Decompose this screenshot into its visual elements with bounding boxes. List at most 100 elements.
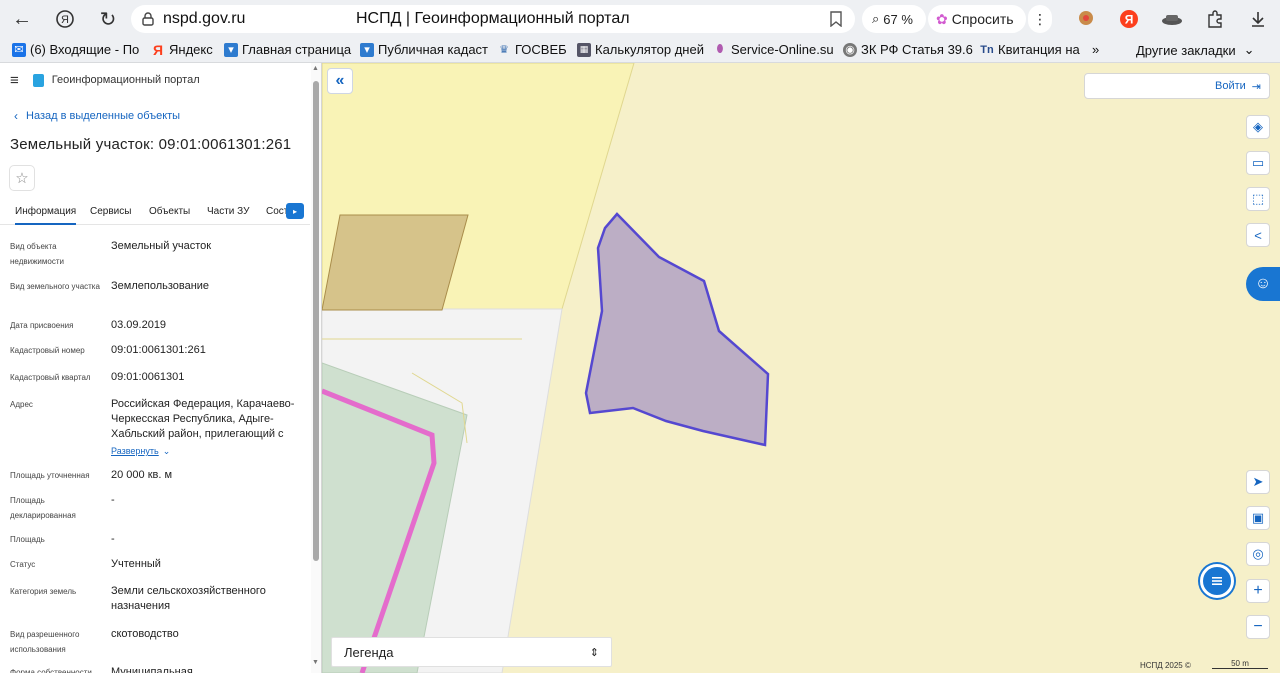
bookmark-calculator[interactable]: ▦ Калькулятор дней <box>577 42 704 57</box>
legend-selector[interactable]: Легенда ⇕ <box>331 637 612 667</box>
minimap-icon[interactable]: ▣ <box>1246 506 1270 530</box>
bookmark-label: Главная страница <box>242 42 352 57</box>
expand-label: Развернуть <box>111 446 159 456</box>
row-key: Категория земель <box>10 587 77 596</box>
object-title: Земельный участок: 09:01:0061301:261 <box>10 136 292 153</box>
bookmarks-overflow[interactable]: » <box>1092 42 1099 57</box>
overflow-label: » <box>1092 42 1100 57</box>
bookmark-inbox[interactable]: ✉ (6) Входящие - По <box>12 42 139 57</box>
brown-parcel <box>322 214 469 311</box>
row-value: Земли сельскохозяйственного назначения <box>111 585 266 612</box>
zoom-out-icon[interactable]: − <box>1246 615 1270 639</box>
login-arrow-icon: ⇥ <box>1251 80 1261 93</box>
tab-objects[interactable]: Объекты <box>149 206 190 217</box>
row-value: - <box>111 494 115 506</box>
row-value: Российская Федерация, Карачаево-Черкесск… <box>111 398 295 440</box>
row-key: Кадастровый квартал <box>10 373 91 382</box>
tab-parts[interactable]: Части ЗУ <box>207 206 249 217</box>
reload-icon[interactable]: ↻ <box>92 3 124 35</box>
download-icon[interactable] <box>1247 8 1269 30</box>
map-icon: ▾ <box>360 42 374 57</box>
bookmark-zk-rf[interactable]: ◉ ЗК РФ Статья 39.6 <box>843 42 973 57</box>
collapse-panel-button[interactable]: « <box>327 68 353 94</box>
row-value: 03.09.2019 <box>111 319 167 331</box>
geolocation-pin-icon[interactable]: ◎ <box>1246 542 1270 566</box>
back-to-selected-link[interactable]: ‹ Назад в выделенные объекты <box>14 109 180 123</box>
bookmark-label: (6) Входящие - По <box>30 42 140 57</box>
map-view[interactable]: « Войти ⇥ ◈ ▭ ⬚ < ☺ ➤ ▣ ◎ + − Легенда ⇕ … <box>322 63 1280 673</box>
extensions-puzzle-icon[interactable] <box>1204 8 1226 30</box>
bookmark-main-page[interactable]: ▾ Главная страница <box>224 42 351 57</box>
bookmark-receipt[interactable]: Tn Квитанция на <box>980 42 1080 57</box>
row-key: Кадастровый номер <box>10 346 85 355</box>
layers-icon[interactable]: ◈ <box>1246 115 1270 139</box>
scroll-thumb[interactable] <box>313 81 319 561</box>
object-info-panel: ≡ Геоинформационный портал ‹ Назад в выд… <box>0 63 322 673</box>
map-attribution: НСПД 2025 © <box>1140 661 1191 670</box>
svg-text:Я: Я <box>61 14 69 26</box>
bookmark-gosveb[interactable]: ♛ ГОСВЕБ <box>497 42 567 57</box>
browser-toolbar: ← Я ↻ nspd.gov.ru НСПД | Геоинформационн… <box>0 0 1280 38</box>
ruler-icon[interactable]: ▭ <box>1246 151 1270 175</box>
yandex-browser-icon[interactable]: Я <box>49 3 81 35</box>
bookmark-service-online[interactable]: ⬮ Service-Online.su <box>713 42 834 57</box>
bookmark-icon[interactable] <box>829 11 843 32</box>
row-key: Дата присвоения <box>10 321 74 330</box>
scale-bar: 50 m <box>1212 659 1268 669</box>
tab-services[interactable]: Сервисы <box>90 206 131 217</box>
scroll-down-icon[interactable]: ▼ <box>312 659 319 666</box>
zoom-in-icon[interactable]: + <box>1246 579 1270 603</box>
login-button[interactable]: Войти ⇥ <box>1084 73 1270 99</box>
bookmark-label: Калькулятор дней <box>595 42 704 57</box>
bookmarks-bar: ✉ (6) Входящие - По Я Яндекс ▾ Главная стра… <box>0 38 1280 63</box>
row-key: Статус <box>10 560 36 569</box>
url-text: nspd.gov.ru <box>163 10 246 27</box>
selected-parcel <box>584 212 770 447</box>
other-bookmarks[interactable]: Другие закладки ⌄ <box>1136 42 1255 58</box>
address-bar[interactable]: nspd.gov.ru НСПД | Геоинформационный пор… <box>131 5 855 33</box>
mail-icon: ✉ <box>12 42 26 57</box>
favorite-star-icon[interactable]: ☆ <box>9 165 35 191</box>
yandex-letter-icon: Я <box>152 41 164 58</box>
bookmark-label: Квитанция на <box>998 42 1080 57</box>
zoom-indicator[interactable]: ⌕ 67 % <box>862 5 926 33</box>
bookmark-public-cadastre[interactable]: ▾ Публичная кадаст <box>360 42 488 57</box>
info-tabs: Информация Сервисы Объекты Части ЗУ Сост… <box>0 197 310 225</box>
app-name: Геоинформационный портал <box>51 74 200 86</box>
row-value: Земельный участок <box>111 240 212 252</box>
row-value: скотоводство <box>111 628 179 640</box>
scroll-up-icon[interactable]: ▲ <box>312 65 319 72</box>
chevron-left-icon: ‹ <box>14 109 18 123</box>
bookmark-yandex[interactable]: Я Яндекс <box>151 41 213 58</box>
bookmark-label: Публичная кадаст <box>378 42 489 57</box>
ask-button[interactable]: ✿ Спросить <box>928 5 1026 33</box>
ask-label: Спросить <box>951 11 1014 27</box>
calculator-icon: ▦ <box>577 42 591 57</box>
row-key: Вид объекта недвижимости <box>10 242 64 266</box>
share-icon[interactable]: < <box>1246 223 1270 247</box>
yandex-icon[interactable]: Я <box>1118 8 1140 30</box>
area-select-icon[interactable]: ⬚ <box>1246 187 1270 211</box>
chat-button[interactable] <box>1190 561 1244 601</box>
bookmark-label: Service-Online.su <box>731 42 834 57</box>
locate-me-icon[interactable]: ➤ <box>1246 470 1270 494</box>
portal-logo-icon <box>32 73 44 87</box>
extension-icon[interactable] <box>1075 8 1097 30</box>
hat-icon[interactable] <box>1161 8 1183 30</box>
legend-label: Легенда <box>344 644 394 660</box>
tabs-scroll-right-icon[interactable]: ▸ <box>286 203 304 219</box>
tab-information[interactable]: Информация <box>15 206 77 225</box>
row-key: Площадь декларированная <box>10 496 76 520</box>
row-value: Муниципальная <box>111 666 193 673</box>
more-menu-icon[interactable]: ⋮ <box>1028 5 1052 33</box>
chevron-down-icon: ⌄ <box>1243 42 1255 57</box>
emblem-icon: ♛ <box>499 44 509 56</box>
chat-bubble-icon <box>1200 564 1234 598</box>
assistant-robot-icon[interactable]: ☺ <box>1246 267 1280 301</box>
bookmark-label: Яндекс <box>169 42 213 57</box>
panel-scrollbar[interactable]: ▲ ▼ <box>311 63 321 673</box>
bookmark-label: ЗК РФ Статья 39.6 <box>861 42 973 57</box>
back-arrow-icon[interactable]: ← <box>6 3 38 35</box>
hamburger-menu-icon[interactable]: ≡ <box>10 72 19 89</box>
expand-link[interactable]: Развернуть ⌄ <box>111 444 301 459</box>
